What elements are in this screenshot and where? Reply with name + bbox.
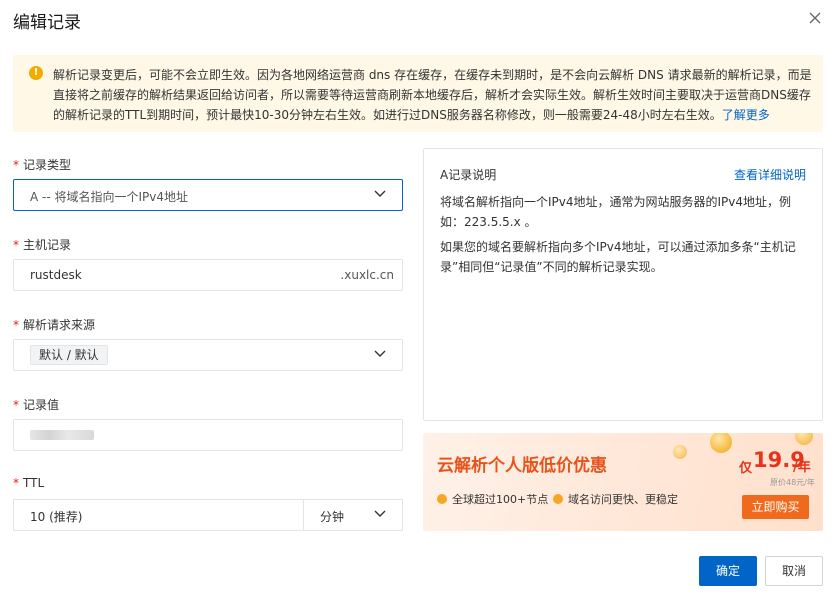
record-info-panel: A记录说明 查看详细说明 将域名解析指向一个IPv4地址，通常为网站服务器的IP…: [423, 148, 823, 421]
chevron-down-icon: [374, 350, 386, 357]
record-type-label: * 记录类型: [13, 156, 71, 173]
required-mark: *: [13, 476, 19, 490]
required-mark: *: [13, 158, 19, 172]
info-paragraph-1: 将域名解析指向一个IPv4地址，通常为网站服务器的IPv4地址，例如：223.5…: [440, 195, 792, 229]
promo-feature-2: 域名访问更快、更稳定: [553, 491, 678, 507]
host-value: rustdesk: [30, 268, 82, 282]
promo-feature-1: 全球超过100+节点: [437, 491, 548, 507]
promo-title: 云解析个人版低价优惠: [437, 456, 607, 476]
check-badge-icon: [437, 494, 447, 504]
ttl-unit-select[interactable]: 分钟: [303, 499, 403, 531]
confirm-button[interactable]: 确定: [699, 556, 757, 586]
record-type-value: A -- 将域名指向一个IPv4地址: [30, 190, 189, 204]
buy-now-button[interactable]: 立即购买: [742, 495, 809, 519]
chevron-down-icon: [374, 190, 386, 197]
ttl-group: 10 (推荐) 分钟: [13, 499, 403, 531]
ttl-input[interactable]: 10 (推荐): [13, 499, 303, 531]
source-tag: 默认 / 默认: [30, 345, 108, 365]
promo-banner[interactable]: 云解析个人版低价优惠 仅 19.9 /年 原价48元/年 全球超过100+节点 …: [423, 433, 823, 531]
chevron-down-icon: [374, 510, 386, 517]
host-label: * 主机记录: [13, 236, 71, 253]
info-title: A记录说明: [440, 168, 497, 182]
coin-decoration: [673, 445, 687, 459]
ttl-unit-value: 分钟: [320, 510, 345, 524]
record-value-label: * 记录值: [13, 396, 59, 413]
record-value-label-text: 记录值: [23, 398, 60, 412]
feature-2-text: 域名访问更快、更稳定: [568, 493, 678, 506]
price-unit: /年: [793, 460, 811, 475]
source-label: * 解析请求来源: [13, 316, 95, 333]
close-icon[interactable]: [807, 10, 823, 26]
notice-banner: ! 解析记录变更后，可能不会立即生效。因为各地网络运营商 dns 存在缓存，在缓…: [13, 55, 823, 132]
redacted-value: [30, 430, 94, 440]
record-type-select[interactable]: A -- 将域名指向一个IPv4地址: [13, 179, 403, 211]
info-paragraph-2: 如果您的域名要解析指向多个IPv4地址，可以通过添加多条“主机记录”相同但“记录…: [440, 240, 796, 274]
record-value-input[interactable]: [13, 419, 403, 451]
record-type-label-text: 记录类型: [23, 158, 72, 172]
notice-body: 解析记录变更后，可能不会立即生效。因为各地网络运营商 dns 存在缓存，在缓存未…: [53, 68, 812, 122]
ttl-label-text: TTL: [23, 476, 45, 490]
warning-icon: !: [29, 66, 43, 80]
ttl-label: * TTL: [13, 476, 44, 490]
required-mark: *: [13, 398, 19, 412]
domain-suffix: .xuxlc.cn: [340, 268, 394, 282]
learn-more-link[interactable]: 了解更多: [722, 108, 770, 122]
original-price: 原价48元/年: [770, 478, 815, 487]
required-mark: *: [13, 238, 19, 252]
check-badge-icon: [553, 494, 563, 504]
dialog-title: 编辑记录: [13, 13, 81, 33]
coin-decoration: [795, 433, 813, 445]
coin-decoration: [710, 433, 732, 453]
view-details-link[interactable]: 查看详细说明: [734, 166, 806, 183]
source-label-text: 解析请求来源: [23, 318, 96, 332]
source-select[interactable]: 默认 / 默认: [13, 339, 403, 371]
cancel-button[interactable]: 取消: [765, 556, 823, 586]
host-label-text: 主机记录: [23, 238, 72, 252]
notice-text: 解析记录变更后，可能不会立即生效。因为各地网络运营商 dns 存在缓存，在缓存未…: [53, 65, 813, 125]
required-mark: *: [13, 318, 19, 332]
feature-1-text: 全球超过100+节点: [452, 493, 549, 506]
ttl-value: 10 (推荐): [30, 510, 83, 524]
price-prefix: 仅: [739, 461, 753, 476]
host-input[interactable]: rustdesk .xuxlc.cn: [13, 259, 403, 291]
